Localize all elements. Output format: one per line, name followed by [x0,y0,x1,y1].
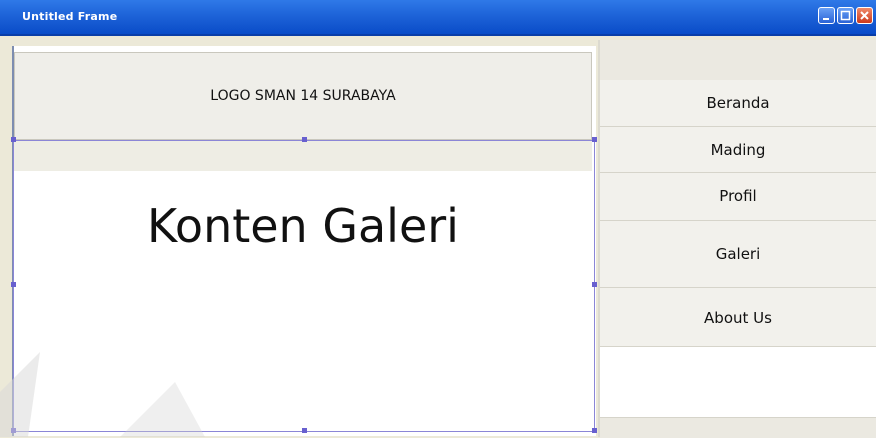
logo-text: LOGO SMAN 14 SURABAYA [210,88,396,104]
resize-handle-n[interactable] [302,137,307,142]
nav-empty-area [600,347,876,417]
nav-label: About Us [704,309,772,327]
header-strip [14,141,592,171]
resize-handle-sw[interactable] [11,428,16,433]
nav-bottom-strip [600,417,876,438]
maximize-button[interactable] [837,7,854,24]
close-button[interactable] [856,7,873,24]
content-title: Konten Galeri [147,199,459,253]
resize-handle-se[interactable] [592,428,597,433]
nav-button-about-us[interactable]: About Us [600,288,876,347]
nav-button-mading[interactable]: Mading [600,127,876,173]
minimize-button[interactable] [818,7,835,24]
title-bar[interactable]: Untitled Frame [0,0,876,36]
nav-label: Profil [719,187,757,205]
close-icon [860,11,869,20]
resize-handle-e[interactable] [592,282,597,287]
minimize-icon [823,18,829,20]
nav-label: Mading [710,140,766,159]
nav-button-galeri[interactable]: Galeri [600,221,876,288]
nav-button-profil[interactable]: Profil [600,173,876,221]
nav-button-beranda[interactable]: Beranda [600,80,876,127]
resize-handle-ne[interactable] [592,137,597,142]
logo-placeholder: LOGO SMAN 14 SURABAYA [14,52,592,140]
nav-header [600,40,876,81]
resize-handle-nw[interactable] [11,137,16,142]
resize-handle-s[interactable] [302,428,307,433]
nav-label: Beranda [706,94,770,112]
window-title: Untitled Frame [22,10,118,23]
nav-label: Galeri [715,245,761,263]
resize-handle-w[interactable] [11,282,16,287]
content-panel[interactable]: Konten Galeri [14,171,592,431]
maximize-icon [840,10,851,21]
